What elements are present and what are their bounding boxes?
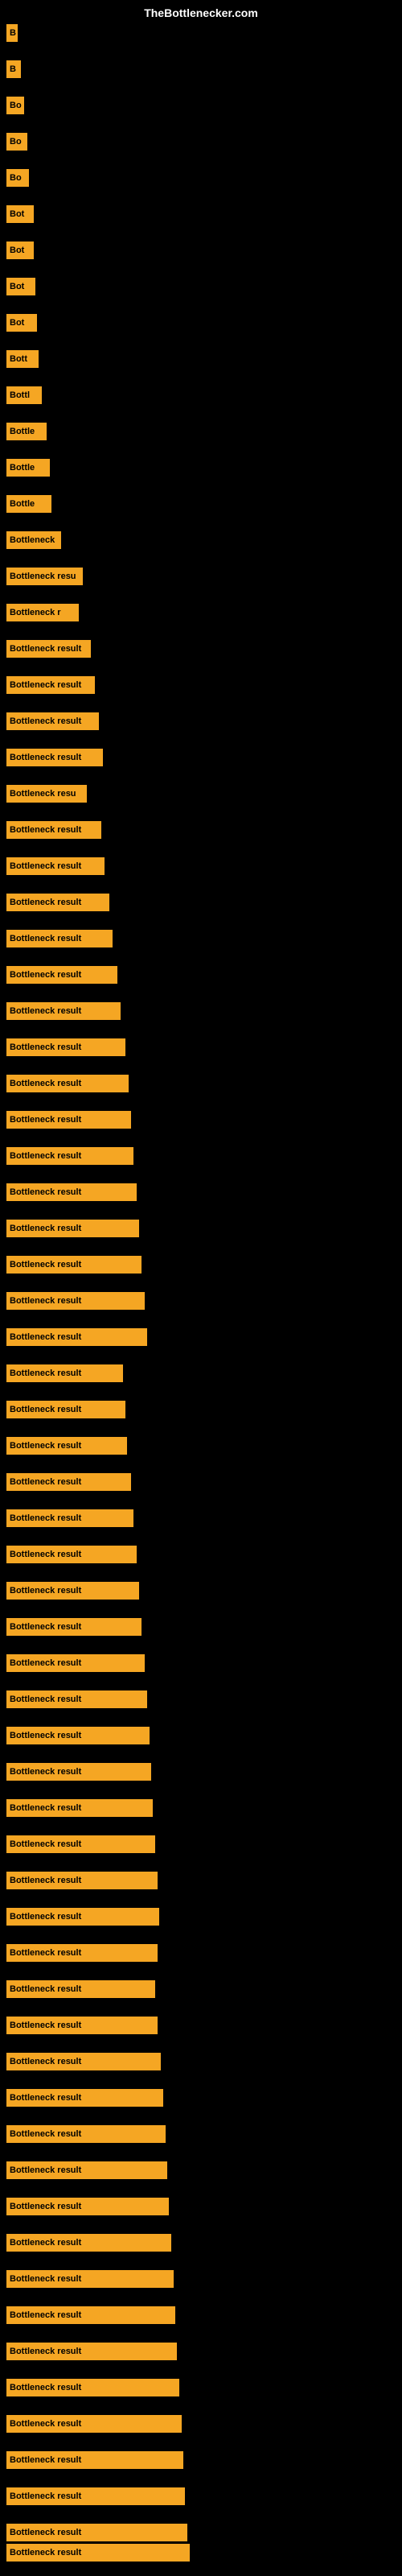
bottleneck-bar-18: Bottleneck result [6, 640, 91, 658]
bottleneck-bar-22: Bottleneck resu [6, 785, 87, 803]
bottleneck-bar-8: Bot [6, 278, 35, 295]
bottleneck-bar-27: Bottleneck result [6, 966, 117, 984]
bottleneck-bar-15: Bottleneck [6, 531, 61, 549]
bottleneck-bar-53: Bottleneck result [6, 1908, 159, 1926]
bottleneck-bar-46: Bottleneck result [6, 1654, 145, 1672]
bottleneck-bar-30: Bottleneck result [6, 1075, 129, 1092]
bottleneck-bar-67: Bottleneck result [6, 2415, 182, 2433]
bottleneck-bar-71: Bottleneck result [6, 2544, 190, 2562]
bottleneck-bar-32: Bottleneck result [6, 1147, 133, 1165]
bottleneck-bar-39: Bottleneck result [6, 1401, 125, 1418]
bottleneck-bar-14: Bottle [6, 495, 51, 513]
bottleneck-bar-31: Bottleneck result [6, 1111, 131, 1129]
bottleneck-bar-17: Bottleneck r [6, 604, 79, 621]
bottleneck-bar-50: Bottleneck result [6, 1799, 153, 1817]
bottleneck-bar-13: Bottle [6, 459, 50, 477]
bottleneck-bar-35: Bottleneck result [6, 1256, 142, 1274]
bottleneck-bar-68: Bottleneck result [6, 2451, 183, 2469]
bottleneck-bar-38: Bottleneck result [6, 1364, 123, 1382]
bottleneck-bar-2: B [6, 60, 21, 78]
bottleneck-bar-42: Bottleneck result [6, 1509, 133, 1527]
bottleneck-bar-56: Bottleneck result [6, 2017, 158, 2034]
bottleneck-bar-62: Bottleneck result [6, 2234, 171, 2252]
bottleneck-bar-48: Bottleneck result [6, 1727, 150, 1744]
bottleneck-bar-49: Bottleneck result [6, 1763, 151, 1781]
bottleneck-bar-55: Bottleneck result [6, 1980, 155, 1998]
bottleneck-bar-57: Bottleneck result [6, 2053, 161, 2070]
bottleneck-bar-54: Bottleneck result [6, 1944, 158, 1962]
bottleneck-bar-36: Bottleneck result [6, 1292, 145, 1310]
bottleneck-bar-20: Bottleneck result [6, 712, 99, 730]
bottleneck-bar-61: Bottleneck result [6, 2198, 169, 2215]
bottleneck-bar-6: Bot [6, 205, 34, 223]
bottleneck-bar-19: Bottleneck result [6, 676, 95, 694]
bottleneck-bar-9: Bot [6, 314, 37, 332]
bottleneck-bar-41: Bottleneck result [6, 1473, 131, 1491]
bottleneck-bar-64: Bottleneck result [6, 2306, 175, 2324]
bottleneck-bar-40: Bottleneck result [6, 1437, 127, 1455]
bottleneck-bar-1: B [6, 24, 18, 42]
bottleneck-bar-26: Bottleneck result [6, 930, 113, 947]
bottleneck-bar-21: Bottleneck result [6, 749, 103, 766]
bottleneck-bar-69: Bottleneck result [6, 2487, 185, 2505]
bottleneck-bar-33: Bottleneck result [6, 1183, 137, 1201]
bottleneck-bar-5: Bo [6, 169, 29, 187]
bottleneck-bar-60: Bottleneck result [6, 2161, 167, 2179]
bottleneck-bar-34: Bottleneck result [6, 1220, 139, 1237]
bottleneck-bar-4: Bo [6, 133, 27, 151]
bottleneck-bar-28: Bottleneck result [6, 1002, 121, 1020]
bottleneck-bar-23: Bottleneck result [6, 821, 101, 839]
bottleneck-bar-29: Bottleneck result [6, 1038, 125, 1056]
bottleneck-bar-44: Bottleneck result [6, 1582, 139, 1600]
site-title: TheBottlenecker.com [144, 6, 258, 19]
bottleneck-bar-11: Bottl [6, 386, 42, 404]
bottleneck-bar-10: Bott [6, 350, 39, 368]
bottleneck-bar-65: Bottleneck result [6, 2343, 177, 2360]
bottleneck-bar-51: Bottleneck result [6, 1835, 155, 1853]
bottleneck-bar-3: Bo [6, 97, 24, 114]
bottleneck-bar-58: Bottleneck result [6, 2089, 163, 2107]
bottleneck-bar-52: Bottleneck result [6, 1872, 158, 1889]
bottleneck-bar-12: Bottle [6, 423, 47, 440]
bottleneck-bar-47: Bottleneck result [6, 1690, 147, 1708]
bottleneck-bar-16: Bottleneck resu [6, 568, 83, 585]
bottleneck-bar-25: Bottleneck result [6, 894, 109, 911]
bottleneck-bar-45: Bottleneck result [6, 1618, 142, 1636]
bottleneck-bar-63: Bottleneck result [6, 2270, 174, 2288]
bottleneck-bar-59: Bottleneck result [6, 2125, 166, 2143]
bottleneck-bar-70: Bottleneck result [6, 2524, 187, 2541]
bottleneck-bar-43: Bottleneck result [6, 1546, 137, 1563]
bottleneck-bar-7: Bot [6, 242, 34, 259]
bottleneck-bar-24: Bottleneck result [6, 857, 105, 875]
bottleneck-bar-66: Bottleneck result [6, 2379, 179, 2396]
bottleneck-bar-37: Bottleneck result [6, 1328, 147, 1346]
